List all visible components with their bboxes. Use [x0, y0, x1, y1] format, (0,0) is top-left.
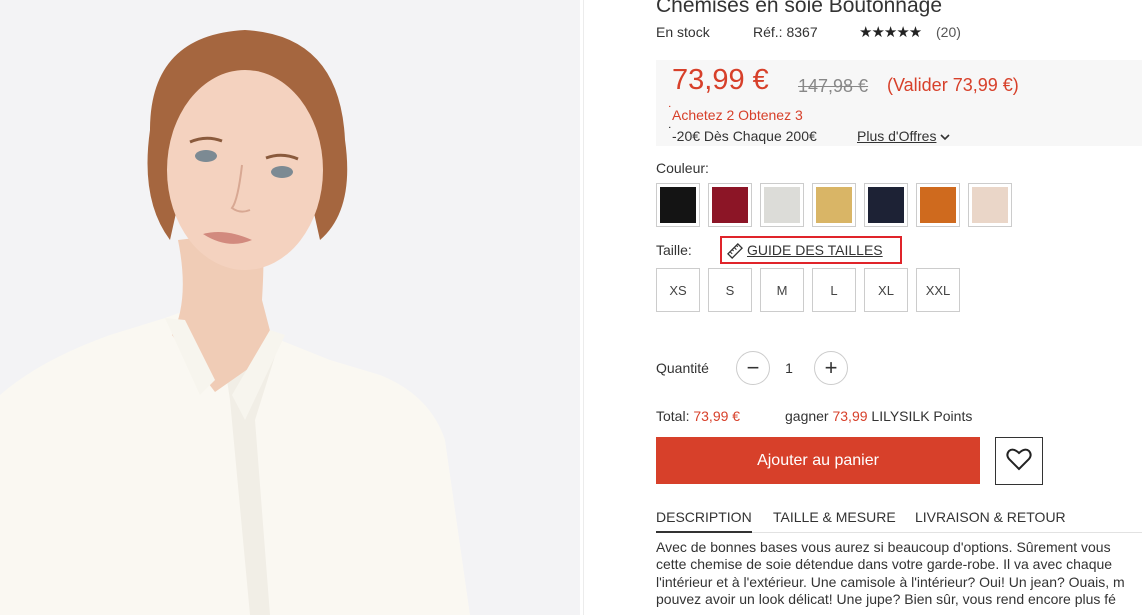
swatch-black-fill [660, 187, 696, 223]
column-divider [583, 0, 584, 615]
price-box: 73,99 € 147,98 € (Valider 73,99 €) Achet… [656, 60, 1142, 146]
minus-icon: − [746, 355, 760, 380]
current-price: 73,99 € [672, 64, 769, 96]
more-offers-label: Plus d'Offres [857, 128, 937, 144]
heart-icon [1006, 447, 1032, 476]
product-ref: Réf.: 8367 [753, 24, 818, 40]
chevron-down-icon [940, 133, 951, 144]
size-m[interactable]: M [760, 268, 804, 312]
total-value: 73,99 € [693, 408, 741, 424]
size-label: Taille: [656, 242, 692, 258]
promo-discount: -20€ Dès Chaque 200€ [668, 124, 817, 144]
swatch-orange[interactable] [916, 183, 960, 227]
description-line: pouvez avoir un look délicat! Une jupe? … [656, 590, 1116, 607]
points-value: 73,99 [832, 408, 868, 424]
ruler-icon [727, 243, 743, 264]
swatch-white-fill [764, 187, 800, 223]
size-xl[interactable]: XL [864, 268, 908, 312]
promo-buy2get3: Achetez 2 Obtenez 3 [668, 103, 803, 123]
description-line: l'intérieur et à l'extérieur. Une camiso… [656, 573, 1125, 590]
quantity-label: Quantité [656, 360, 709, 376]
add-to-cart-button[interactable]: Ajouter au panier [656, 437, 980, 484]
quantity-decrease-button[interactable]: − [736, 351, 770, 385]
swatch-black[interactable] [656, 183, 700, 227]
review-count[interactable]: (20) [936, 24, 961, 40]
description-line: cette chemise de soie détendue dans votr… [656, 556, 1113, 573]
points-line: gagner 73,99 LILYSILK Points [785, 408, 972, 424]
total-label: Total: [656, 408, 690, 424]
description-line: Avec de bonnes bases vous aurez si beauc… [656, 539, 1111, 555]
total-line: Total: 73,99 € [656, 408, 740, 424]
product-photo [0, 0, 580, 615]
swatch-orange-fill [920, 187, 956, 223]
swatch-navy-fill [868, 187, 904, 223]
color-swatches [656, 183, 1012, 227]
info-tabs: DESCRIPTION TAILLE & MESURE LIVRAISON & … [656, 509, 1142, 533]
size-xxl[interactable]: XXL [916, 268, 960, 312]
plus-icon: + [824, 355, 838, 380]
color-label: Couleur: [656, 160, 709, 176]
size-l[interactable]: L [812, 268, 856, 312]
rating-stars[interactable]: ★★★★★ [859, 23, 922, 41]
size-guide-label: GUIDE DES TAILLES [747, 242, 883, 258]
product-meta: En stock Réf.: 8367 ★★★★★ (20) [656, 24, 961, 41]
swatch-claret-fill [712, 187, 748, 223]
swatch-gold-fill [816, 187, 852, 223]
size-options: XS S M L XL XXL [656, 268, 960, 312]
wishlist-button[interactable] [995, 437, 1043, 485]
size-xs[interactable]: XS [656, 268, 700, 312]
swatch-white[interactable] [760, 183, 804, 227]
tab-taille-mesure[interactable]: TAILLE & MESURE [773, 509, 896, 533]
old-price: 147,98 € [798, 76, 869, 96]
swatch-nude[interactable] [968, 183, 1012, 227]
description-text: Avec de bonnes bases vous aurez si beauc… [656, 539, 1142, 615]
stock-status: En stock [656, 24, 710, 40]
product-title: Chemises en soie Boutonnage [656, 0, 943, 17]
points-label: LILYSILK Points [871, 408, 973, 424]
tab-description[interactable]: DESCRIPTION [656, 509, 752, 533]
size-guide-link[interactable]: GUIDE DES TAILLES [720, 236, 902, 264]
quantity-value[interactable]: 1 [782, 360, 796, 376]
gagner-label: gagner [785, 408, 829, 424]
size-s[interactable]: S [708, 268, 752, 312]
quantity-increase-button[interactable]: + [814, 351, 848, 385]
swatch-claret[interactable] [708, 183, 752, 227]
swatch-gold[interactable] [812, 183, 856, 227]
more-offers-link[interactable]: Plus d'Offres [857, 128, 951, 144]
swatch-navy[interactable] [864, 183, 908, 227]
valider-price: (Valider 73,99 €) [887, 75, 1019, 95]
tab-livraison-retour[interactable]: LIVRAISON & RETOUR [915, 509, 1066, 533]
swatch-nude-fill [972, 187, 1008, 223]
